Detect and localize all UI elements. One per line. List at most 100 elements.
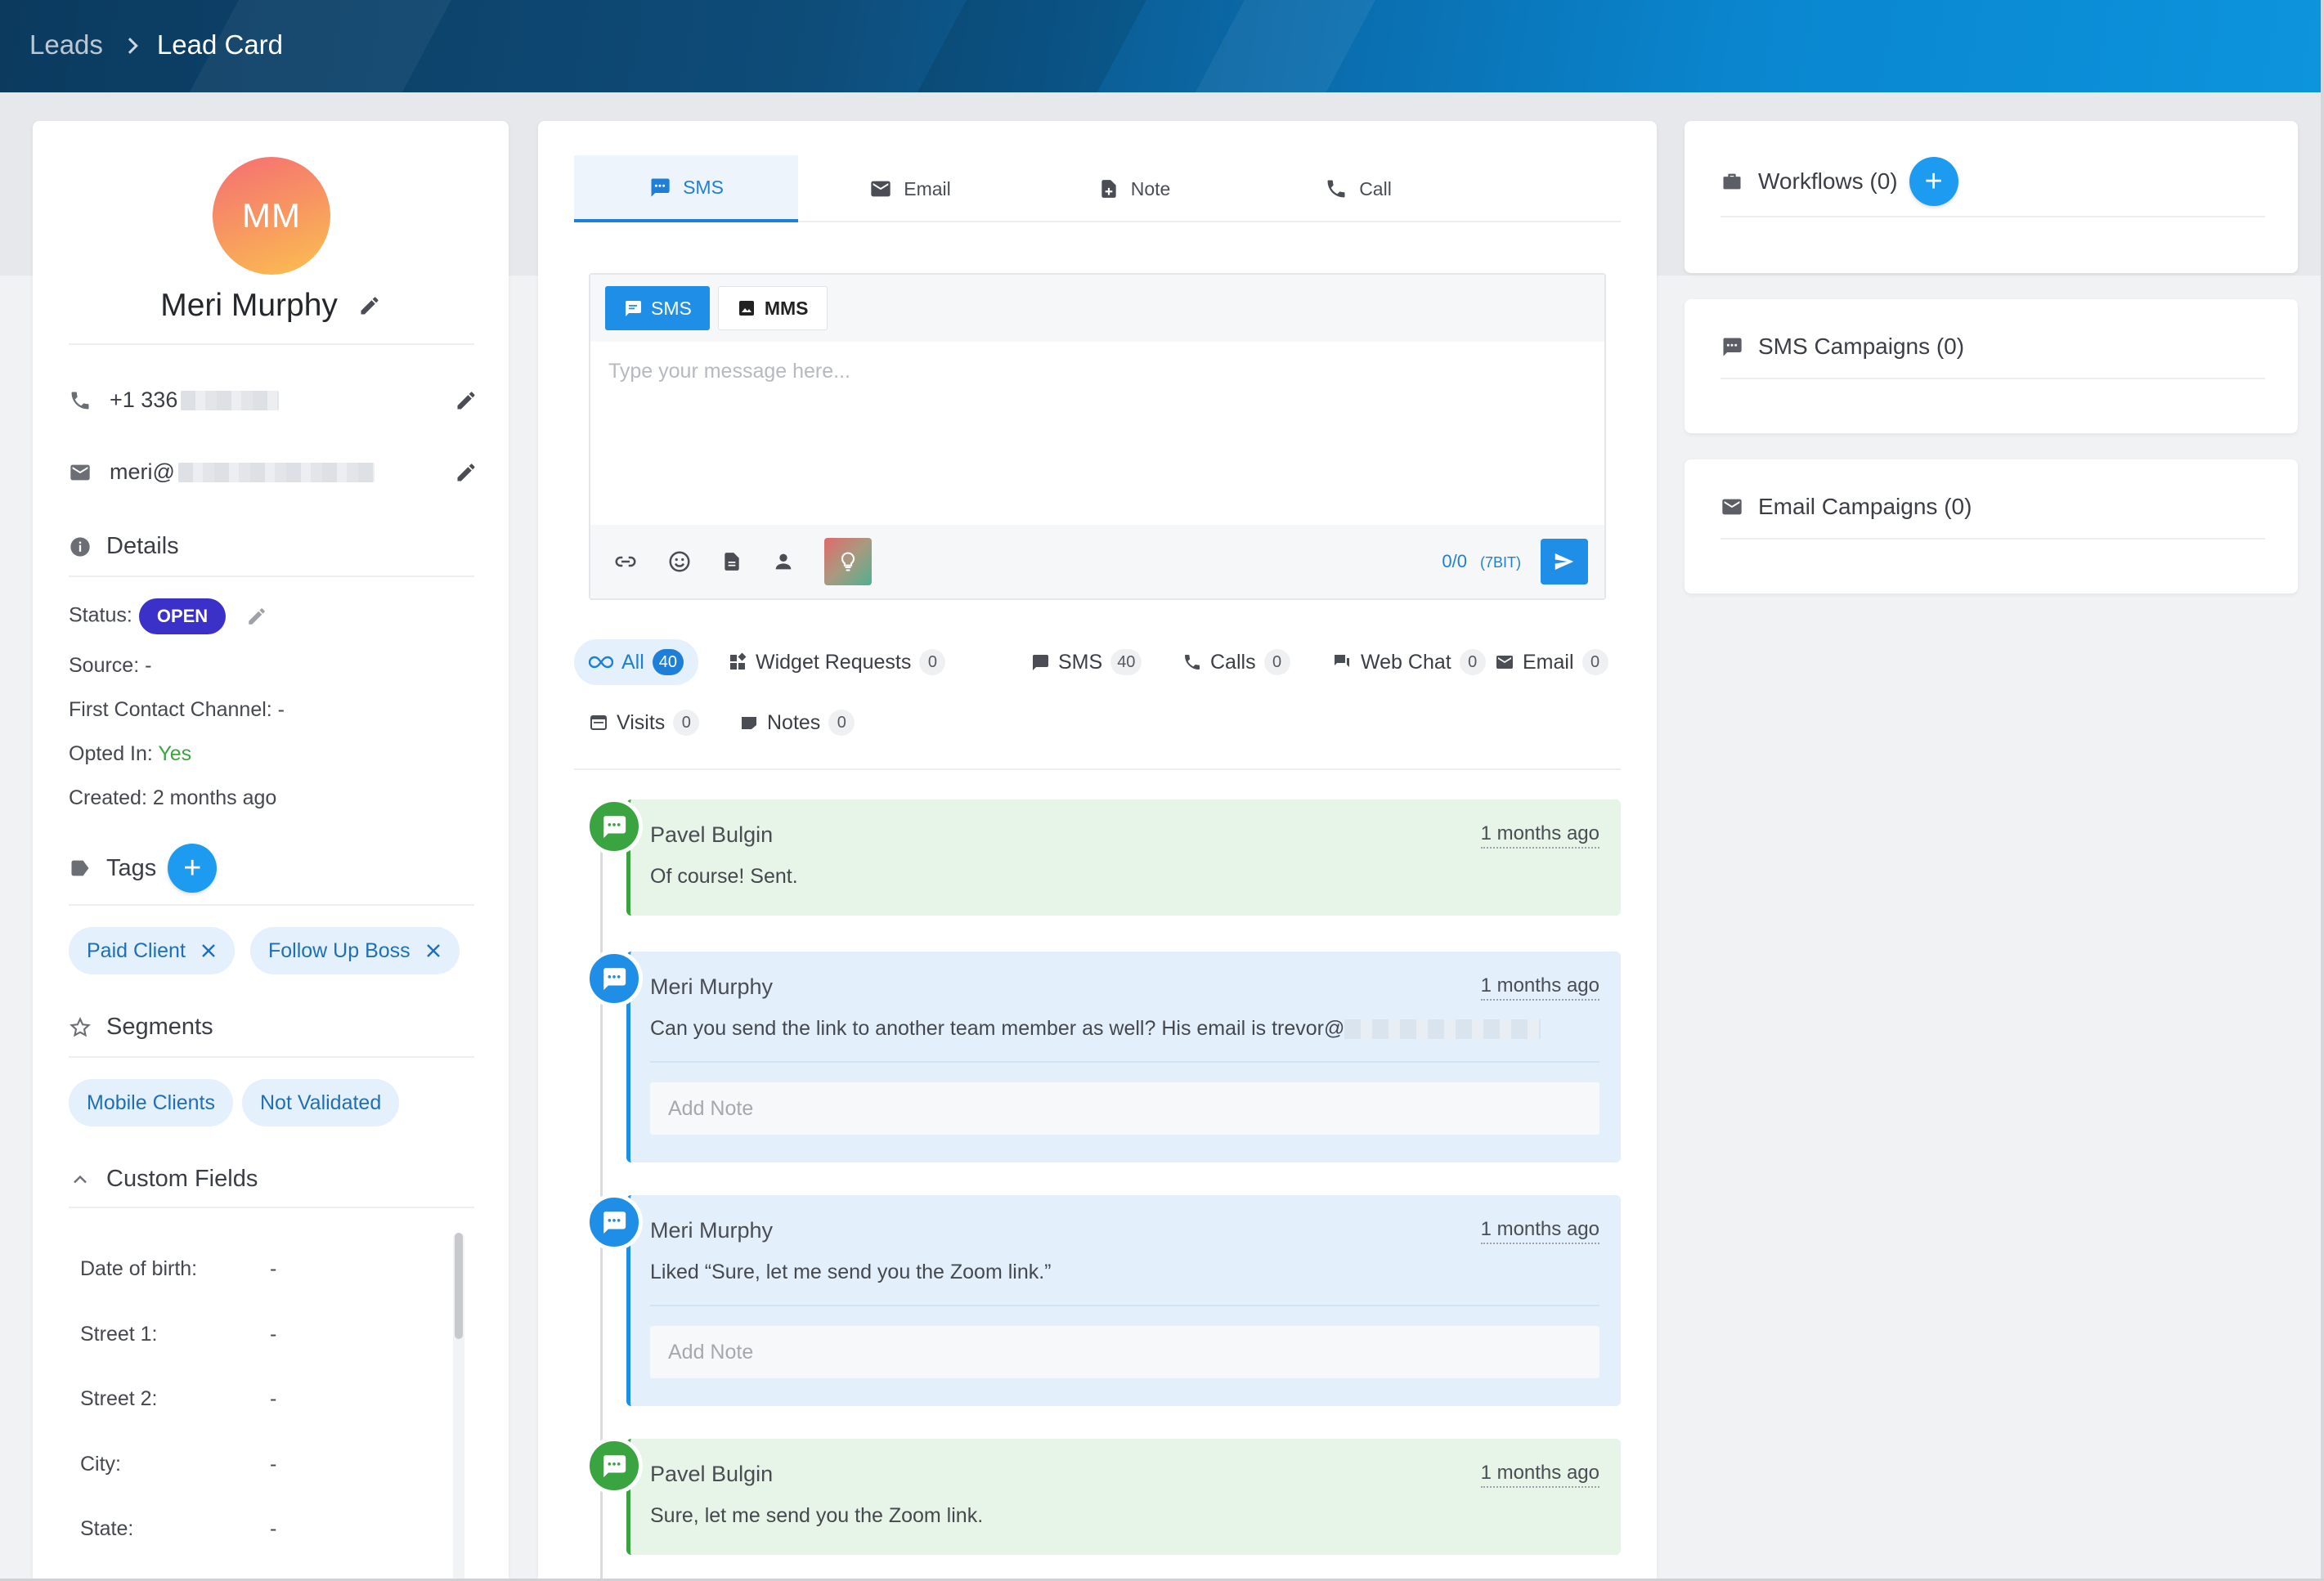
filter-email[interactable]: Email 0 [1480, 639, 1623, 685]
edit-status-icon[interactable] [246, 606, 267, 627]
segment-chip[interactable]: Mobile Clients [69, 1079, 234, 1126]
link-icon[interactable] [613, 549, 638, 574]
chat-icon [1721, 335, 1743, 358]
custom-fields-scrollbar[interactable] [453, 1233, 464, 1581]
phone-icon [1325, 177, 1348, 200]
edit-name-icon[interactable] [358, 289, 381, 325]
mail-icon [869, 177, 892, 200]
tag-label: Follow Up Boss [268, 938, 411, 962]
briefcase-icon [1721, 170, 1743, 193]
add-tag-button[interactable]: + [168, 844, 218, 893]
segment-chip[interactable]: Not Validated [242, 1079, 400, 1126]
message-text: Liked “Sure, let me send you the Zoom li… [650, 1261, 1052, 1283]
custom-field-row: Street 2: - [80, 1387, 277, 1410]
sms-type-button[interactable]: SMS [605, 286, 710, 330]
tags-title: Tags [106, 854, 157, 881]
add-note-input[interactable]: Add Note [650, 1326, 1599, 1378]
divider [1721, 538, 2265, 540]
sms-campaigns-title-row: SMS Campaigns (0) [1721, 334, 1964, 360]
tag-label: Paid Client [87, 938, 186, 962]
edit-email-icon[interactable] [455, 461, 478, 484]
message-time[interactable]: 1 months ago [1480, 1218, 1599, 1244]
details-section-title: Details [69, 533, 179, 560]
mail-icon [1721, 495, 1743, 518]
message-time[interactable]: 1 months ago [1480, 974, 1599, 1001]
message-composer: SMS MMS Type your message here... 0/0 (7… [589, 273, 1606, 600]
composer-toolbar: 0/0 (7BIT) [590, 525, 1604, 598]
sms-outgoing-icon [585, 798, 643, 855]
info-icon [69, 535, 92, 558]
phone-row: +1 336 [69, 387, 478, 413]
mail-icon [69, 461, 92, 484]
workflows-title: Workflows (0) [1758, 168, 1898, 194]
opted-in-value: Yes [158, 742, 192, 765]
add-workflow-button[interactable]: + [1909, 157, 1958, 206]
status-badge[interactable]: OPEN [138, 598, 227, 634]
message-author: Meri Murphy [650, 1218, 774, 1243]
phone-number: +1 336 [110, 387, 178, 412]
add-note-input[interactable]: Add Note [650, 1082, 1599, 1135]
emoji-icon[interactable] [667, 549, 692, 574]
window-edge [2321, 0, 2324, 1581]
custom-field-row: State: - [80, 1517, 277, 1540]
divider [650, 1061, 1599, 1063]
filter-calls[interactable]: Calls 0 [1168, 639, 1305, 685]
segments-title: Segments [106, 1014, 213, 1040]
custom-fields-toggle[interactable]: Custom Fields [69, 1166, 258, 1193]
forum-icon [1331, 652, 1353, 672]
tab-call[interactable]: Call [1246, 155, 1470, 222]
filter-notes[interactable]: Notes 0 [725, 700, 869, 746]
sms-outgoing-icon [585, 1437, 643, 1494]
lead-profile-panel: MM Meri Murphy +1 336 meri@ Details Stat… [33, 121, 509, 1581]
scrollbar-thumb[interactable] [455, 1233, 463, 1339]
close-icon[interactable] [200, 943, 217, 959]
details-title: Details [106, 533, 179, 559]
message-time[interactable]: 1 months ago [1480, 822, 1599, 849]
timeline-item: Meri Murphy 1 months ago Liked “Sure, le… [626, 1195, 1621, 1406]
document-icon[interactable] [721, 549, 743, 574]
close-icon[interactable] [425, 943, 442, 959]
tab-note[interactable]: Note [1022, 155, 1246, 222]
redacted-phone [181, 390, 280, 410]
sms-campaigns-card: SMS Campaigns (0) [1685, 299, 2298, 433]
divider [1721, 378, 2265, 379]
custom-field-row: Date of birth: - [80, 1257, 277, 1280]
lead-name: Meri Murphy [160, 288, 338, 323]
filter-visits[interactable]: Visits 0 [574, 700, 714, 746]
message-author: Pavel Bulgin [650, 1462, 774, 1486]
timeline-item: Pavel Bulgin 1 months ago Sure, let me s… [626, 1439, 1621, 1555]
person-icon[interactable] [772, 550, 795, 573]
divider [574, 768, 1621, 770]
breadcrumb-leads-link[interactable]: Leads [29, 29, 103, 60]
message-time[interactable]: 1 months ago [1480, 1462, 1599, 1488]
channel-tabs: SMS Email Note Call [574, 155, 1621, 222]
mms-type-button[interactable]: MMS [717, 286, 828, 330]
breadcrumb-current: Lead Card [156, 29, 284, 60]
phone-icon [1182, 652, 1202, 672]
filter-web-chat[interactable]: Web Chat 0 [1317, 639, 1501, 685]
tag-chip[interactable]: Paid Client [69, 927, 235, 974]
tag-chip[interactable]: Follow Up Boss [250, 927, 460, 974]
tab-sms[interactable]: SMS [574, 155, 798, 222]
send-button[interactable] [1541, 539, 1588, 584]
edit-phone-icon[interactable] [455, 389, 478, 412]
segments-section-title: Segments [69, 1014, 213, 1041]
divider [69, 576, 474, 577]
message-text: Of course! Sent. [650, 865, 798, 888]
tag-icon [69, 857, 92, 880]
tags-section-title: Tags + [69, 844, 218, 893]
divider [650, 1305, 1599, 1306]
filter-widget-requests[interactable]: Widget Requests 0 [713, 639, 960, 685]
source-row: Source: - [69, 654, 152, 677]
opted-in-row: Opted In: Yes [69, 742, 191, 766]
filter-all[interactable]: All 40 [574, 639, 699, 685]
filter-sms[interactable]: SMS 40 [1016, 639, 1156, 685]
ai-suggest-button[interactable] [824, 538, 872, 585]
message-input[interactable]: Type your message here... [608, 360, 850, 383]
custom-field-row: Street 1: - [80, 1323, 277, 1346]
message-author: Pavel Bulgin [650, 822, 774, 847]
tab-email[interactable]: Email [798, 155, 1022, 222]
lead-name-row: Meri Murphy [33, 288, 509, 325]
infinity-icon [589, 654, 613, 670]
email-row: meri@ [69, 459, 478, 485]
